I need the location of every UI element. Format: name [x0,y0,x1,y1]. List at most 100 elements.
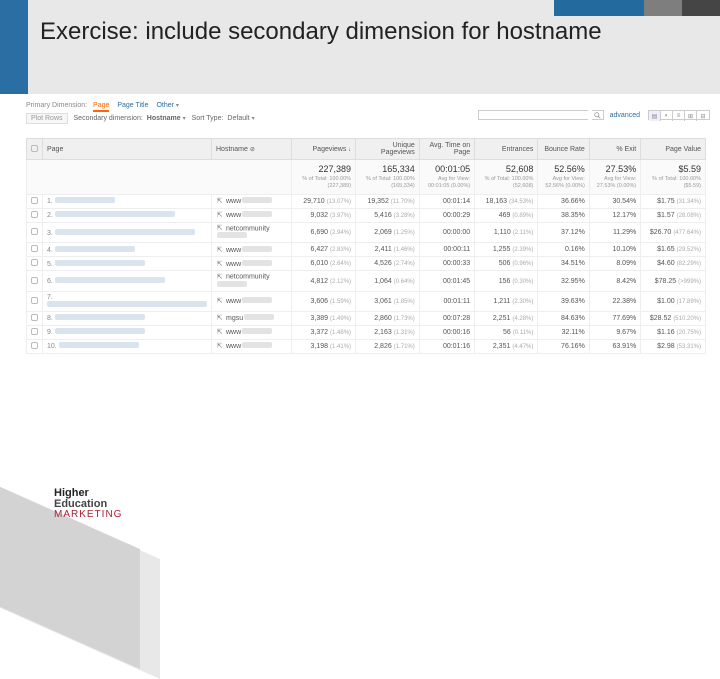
search-input[interactable] [478,110,588,120]
view-performance-icon[interactable]: ≡ [673,111,685,121]
cell-page[interactable]: 1. [43,194,212,208]
external-link-icon[interactable]: ⇱ [216,298,223,305]
col-bounce-rate[interactable]: Bounce Rate [538,139,589,160]
cell-page[interactable]: 6. [43,271,212,292]
cell-page-value: $28.52(510.20%) [641,311,706,325]
row-checkbox[interactable] [31,245,38,252]
header-accent-bar [0,0,28,94]
cell-page[interactable]: 10. [43,339,212,353]
cell-page[interactable]: 2. [43,208,212,222]
col-unique-pageviews[interactable]: Unique Pageviews [356,139,420,160]
cell-page[interactable]: 8. [43,311,212,325]
cell-entrances: 56(0.11%) [475,325,538,339]
external-link-icon[interactable]: ⇱ [216,273,223,280]
cell-page-value: $2.98(53.31%) [641,339,706,353]
cell-hostname: ⇱mgsu [212,311,292,325]
cell-entrances: 1,110(2.11%) [475,222,538,243]
dimension-page[interactable]: Page [93,102,109,112]
table-row[interactable]: 4. ⇱www6,427(2.83%)2,411(1.46%)00:00:111… [27,243,706,257]
cell-pageviews: 4,812(2.12%) [292,271,356,292]
cell-hostname: ⇱www [212,257,292,271]
cell-bounce-rate: 32.95% [538,271,589,292]
dimension-other[interactable]: Other [156,102,174,109]
external-link-icon[interactable]: ⇱ [216,225,223,232]
table-toolbar: advanced ▤ ◐ ≡ ⊞ ⊟ [478,110,710,120]
cell-unique-pageviews: 5,416(3.28%) [356,208,420,222]
col-checkbox[interactable] [27,139,43,160]
col-page[interactable]: Page [43,139,212,160]
table-row[interactable]: 5. ⇱www6,010(2.64%)4,526(2.74%)00:00:335… [27,257,706,271]
col-avg-time[interactable]: Avg. Time on Page [419,139,474,160]
cell-exit: 8.42% [589,271,640,292]
cell-bounce-rate: 76.16% [538,339,589,353]
table-row[interactable]: 10. ⇱www3,198(1.41%)2,826(1.71%)00:01:16… [27,339,706,353]
col-hostname[interactable]: Hostname ⊘ [212,139,292,160]
cell-page-value: $1.75(31.34%) [641,194,706,208]
cell-page-value: $78.25(>999%) [641,271,706,292]
row-checkbox[interactable] [31,342,38,349]
cell-pageviews: 6,427(2.83%) [292,243,356,257]
advanced-link[interactable]: advanced [610,112,640,119]
cell-exit: 10.10% [589,243,640,257]
table-row[interactable]: 9. ⇱www3,372(1.48%)2,163(1.31%)00:00:165… [27,325,706,339]
col-pageviews[interactable]: Pageviews [292,139,356,160]
cell-entrances: 18,163(34.53%) [475,194,538,208]
view-pivot-icon[interactable]: ⊟ [697,111,709,121]
cell-hostname: ⇱www [212,194,292,208]
row-checkbox[interactable] [31,297,38,304]
cell-page-value: $1.00(17.89%) [641,291,706,311]
cell-hostname: ⇱www [212,325,292,339]
table-row[interactable]: 1. ⇱www29,710(13.07%)19,352(11.70%)00:01… [27,194,706,208]
external-link-icon[interactable]: ⇱ [216,198,223,205]
row-checkbox[interactable] [31,277,38,284]
dimension-page-title[interactable]: Page Title [117,102,148,109]
cell-page[interactable]: 3. [43,222,212,243]
footer-logo: Higher Education MARKETING [54,488,122,520]
table-row[interactable]: 6. ⇱netcommunity4,812(2.12%)1,064(0.64%)… [27,271,706,292]
secondary-dimension-select[interactable]: Secondary dimension: Hostname [74,115,186,122]
cell-pageviews: 6,690(2.94%) [292,222,356,243]
row-checkbox[interactable] [31,328,38,335]
external-link-icon[interactable]: ⇱ [216,315,223,322]
cell-entrances: 1,211(2.30%) [475,291,538,311]
cell-hostname: ⇱netcommunity [212,222,292,243]
row-checkbox[interactable] [31,314,38,321]
external-link-icon[interactable]: ⇱ [216,260,223,267]
plot-rows-button[interactable]: Plot Rows [26,113,68,124]
view-comparison-icon[interactable]: ⊞ [685,111,697,121]
row-checkbox[interactable] [31,211,38,218]
summary-row: 227,389% of Total: 100.00% (227,389) 165… [27,160,706,195]
header-color-strip [554,0,720,16]
table-row[interactable]: 8. ⇱mgsu3,389(1.49%)2,860(1.73%)00:07:28… [27,311,706,325]
row-checkbox[interactable] [31,259,38,266]
external-link-icon[interactable]: ⇱ [216,212,223,219]
cell-page[interactable]: 5. [43,257,212,271]
cell-bounce-rate: 39.63% [538,291,589,311]
col-entrances[interactable]: Entrances [475,139,538,160]
search-icon[interactable] [592,110,604,120]
table-row[interactable]: 7. ⇱www3,606(1.59%)3,061(1.85%)00:01:111… [27,291,706,311]
cell-avg-time: 00:00:00 [419,222,474,243]
cell-page[interactable]: 9. [43,325,212,339]
view-percentage-icon[interactable]: ◐ [661,111,673,121]
external-link-icon[interactable]: ⇱ [216,343,223,350]
external-link-icon[interactable]: ⇱ [216,246,223,253]
external-link-icon[interactable]: ⇱ [216,329,223,336]
cell-page-value: $26.70(477.64%) [641,222,706,243]
col-page-value[interactable]: Page Value [641,139,706,160]
table-row[interactable]: 3. ⇱netcommunity6,690(2.94%)2,069(1.25%)… [27,222,706,243]
cell-unique-pageviews: 19,352(11.70%) [356,194,420,208]
view-table-icon[interactable]: ▤ [649,111,661,121]
row-checkbox[interactable] [31,228,38,235]
cell-page[interactable]: 4. [43,243,212,257]
table-row[interactable]: 2. ⇱www9,032(3.97%)5,416(3.28%)00:00:294… [27,208,706,222]
cell-avg-time: 00:07:28 [419,311,474,325]
cell-page[interactable]: 7. [43,291,212,311]
primary-dimension-label: Primary Dimension: [26,102,87,109]
cell-page-value: $1.65(29.52%) [641,243,706,257]
col-exit[interactable]: % Exit [589,139,640,160]
cell-avg-time: 00:01:11 [419,291,474,311]
primary-dimension-row[interactable]: Primary Dimension: Page Page Title Other… [26,102,710,109]
sort-type-select[interactable]: Sort Type: Default [192,115,255,122]
row-checkbox[interactable] [31,197,38,204]
